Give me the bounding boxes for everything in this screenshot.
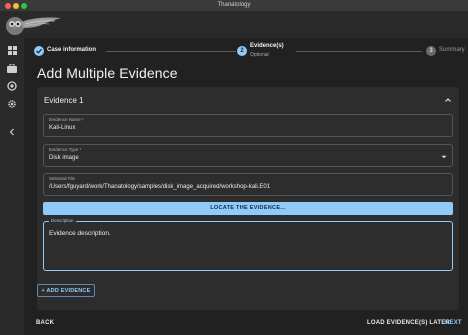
chevron-left-icon[interactable]	[6, 126, 18, 138]
app-topbar	[0, 12, 468, 38]
description-textarea[interactable]: Description Evidence description.	[43, 218, 453, 271]
selected-file-field[interactable]: Selected File /Users/fguyard/work/Thanat…	[43, 173, 453, 196]
evidence-type-value: Disk image	[49, 155, 79, 161]
selected-file-label: Selected File	[49, 176, 76, 181]
step-label-summary: Summary	[439, 47, 465, 53]
description-label: Description	[49, 218, 76, 223]
back-button[interactable]: BACK	[36, 320, 54, 326]
evidence-card-title: Evidence 1	[44, 96, 84, 105]
dropdown-arrow-icon	[441, 155, 447, 159]
evidence-name-label: Evidence Name *	[49, 117, 84, 122]
owl-logo-icon	[6, 17, 61, 35]
gear-icon[interactable]	[6, 98, 18, 110]
step-number: 3	[426, 46, 436, 56]
page-title: Add Multiple Evidence	[37, 65, 178, 81]
chevron-up-icon[interactable]	[443, 95, 453, 105]
window-title: Thanatology	[217, 2, 251, 8]
step-label-evidences: Evidence(s)	[250, 43, 284, 49]
stepper: Case information 2 Evidence(s) Optional …	[34, 42, 465, 64]
description-value: Evidence description.	[49, 230, 111, 237]
evidence-type-select[interactable]: Evidence Type * Disk image	[43, 144, 453, 167]
step-connector	[106, 51, 236, 52]
selected-file-value: /Users/fguyard/work/Thanatology/samples/…	[49, 184, 271, 190]
dashboard-icon[interactable]	[6, 44, 18, 56]
load-later-button[interactable]: LOAD EVIDENCE(S) LATER	[367, 320, 450, 326]
briefcase-icon[interactable]	[6, 62, 18, 74]
evidence-name-value: Kali-Linux	[49, 125, 76, 131]
next-button[interactable]: NEXT	[445, 320, 462, 326]
step-sublabel-optional: Optional	[250, 52, 269, 58]
add-evidence-button[interactable]: + ADD EVIDENCE	[37, 284, 95, 297]
locate-evidence-button[interactable]: LOCATE THE EVIDENCE...	[43, 202, 453, 215]
evidence-name-field[interactable]: Evidence Name * Kali-Linux	[43, 114, 453, 137]
step-connector	[296, 51, 422, 52]
sidebar	[0, 38, 24, 335]
window-titlebar: Thanatology	[0, 0, 468, 12]
target-icon[interactable]	[6, 80, 18, 92]
main-content: Case information 2 Evidence(s) Optional …	[24, 38, 468, 335]
step-completed-icon	[34, 46, 44, 56]
step-label-case-information: Case information	[47, 47, 97, 53]
step-number: 2	[237, 46, 247, 56]
evidence-card: Evidence 1 Evidence Name * Kali-Linux Ev…	[37, 87, 459, 310]
evidence-type-label: Evidence Type *	[49, 147, 82, 152]
